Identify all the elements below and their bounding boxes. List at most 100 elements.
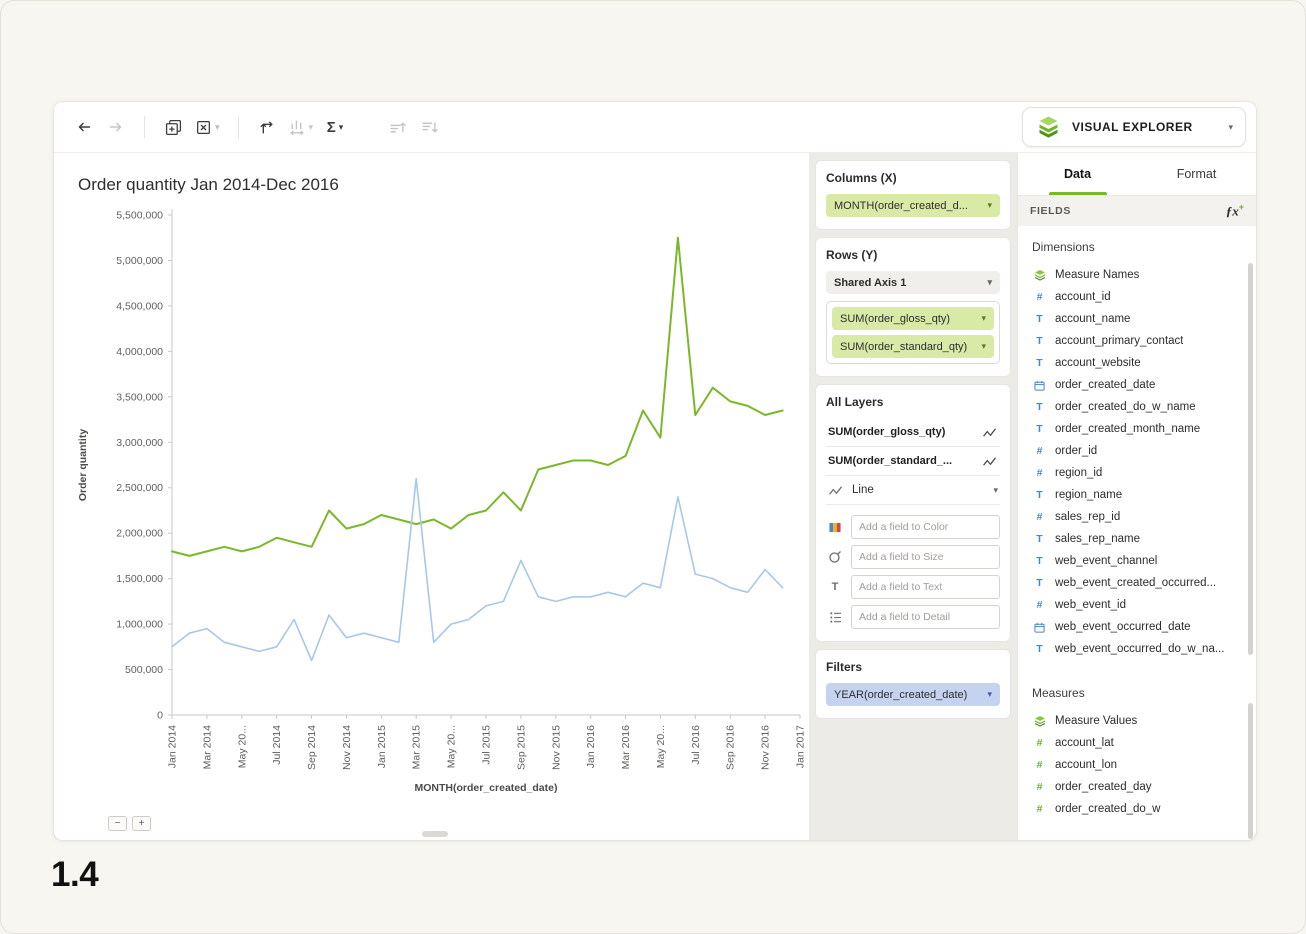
calendar-icon <box>1032 622 1047 633</box>
color-icon[interactable] <box>826 521 844 534</box>
tab-format[interactable]: Format <box>1137 153 1256 195</box>
size-well-input[interactable] <box>851 545 1000 569</box>
shared-axis-pill-group: SUM(order_gloss_qty) ▾ SUM(order_standar… <box>826 301 1000 364</box>
svg-text:May 20...: May 20... <box>655 725 667 768</box>
svg-text:Sep 2015: Sep 2015 <box>515 725 527 770</box>
sort-ascending-button[interactable] <box>383 112 411 142</box>
filters-shelf: Filters YEAR(order_created_date) ▾ <box>815 649 1011 719</box>
mark-type-select[interactable]: Line ▾ <box>826 476 1000 505</box>
field-name: web_event_id <box>1055 599 1126 611</box>
tab-data[interactable]: Data <box>1018 153 1137 195</box>
svg-text:5,500,000: 5,500,000 <box>116 210 163 222</box>
svg-text:Jul 2014: Jul 2014 <box>271 725 283 765</box>
field-name: sales_rep_name <box>1055 533 1140 545</box>
field-name: web_event_created_occurred... <box>1055 577 1216 589</box>
new-worksheet-button[interactable] <box>159 112 187 142</box>
field-item-order-created-do-w[interactable]: #order_created_do_w <box>1032 798 1242 820</box>
field-item-region-name[interactable]: Tregion_name <box>1032 484 1242 506</box>
field-item-account-website[interactable]: Taccount_website <box>1032 352 1242 374</box>
field-item-sales-rep-name[interactable]: Tsales_rep_name <box>1032 528 1242 550</box>
field-item-web-event-occurred-date[interactable]: web_event_occurred_date <box>1032 616 1242 638</box>
field-item-account-id[interactable]: # account_id <box>1032 286 1242 308</box>
text-icon[interactable]: T <box>826 581 844 593</box>
chart-pane: Order quantity Jan 2014-Dec 2016 0500,00… <box>54 153 809 840</box>
field-item-order-created-do-w-name[interactable]: Torder_created_do_w_name <box>1032 396 1242 418</box>
horizontal-scroll-handle[interactable] <box>422 831 448 837</box>
chevron-down-icon: ▾ <box>987 201 992 210</box>
detail-well <box>826 605 1000 629</box>
zoom-out-button[interactable]: − <box>108 816 127 831</box>
swap-axes-button[interactable] <box>253 112 281 142</box>
field-item-account-lat[interactable]: #account_lat <box>1032 732 1242 754</box>
layer-sum-order-gloss-qty[interactable]: SUM(order_gloss_qty) <box>826 418 1000 447</box>
measures-scrollbar[interactable] <box>1248 703 1253 839</box>
line-chart-icon <box>982 427 998 438</box>
sort-ascending-icon <box>389 119 406 136</box>
fields-pane: Data Format FIELDS ƒx+ Dimensions Measur… <box>1017 153 1256 840</box>
svg-text:Nov 2016: Nov 2016 <box>760 725 772 770</box>
field-item-sales-rep-id[interactable]: #sales_rep_id <box>1032 506 1242 528</box>
field-item-web-event-id[interactable]: #web_event_id <box>1032 594 1242 616</box>
shared-axis-dropdown[interactable]: Shared Axis 1 ▾ <box>826 271 1000 294</box>
chart-canvas[interactable]: 0500,0001,000,0001,500,0002,000,0002,500… <box>74 199 809 826</box>
layer-sum-order-standard-qty[interactable]: SUM(order_standard_... <box>826 447 1000 476</box>
field-item-web-event-occurred-do-w-na[interactable]: Tweb_event_occurred_do_w_na... <box>1032 638 1242 660</box>
field-name: region_name <box>1055 489 1122 501</box>
field-item-order-created-day[interactable]: #order_created_day <box>1032 776 1242 798</box>
field-name: account_id <box>1055 291 1111 303</box>
clear-worksheet-button[interactable]: ▾ <box>191 112 224 142</box>
field-name: web_event_channel <box>1055 555 1157 567</box>
field-name: order_created_do_w <box>1055 803 1161 815</box>
swap-axes-icon <box>258 119 275 136</box>
svg-text:500,000: 500,000 <box>125 664 163 676</box>
field-item-account-lon[interactable]: #account_lon <box>1032 754 1242 776</box>
field-item-order-id[interactable]: #order_id <box>1032 440 1242 462</box>
aggregation-button[interactable]: Σ ▾ <box>321 112 349 142</box>
field-item-web-event-created-occurred[interactable]: Tweb_event_created_occurred... <box>1032 572 1242 594</box>
text-icon: T <box>1032 555 1047 567</box>
field-item-measure-names[interactable]: Measure Names <box>1032 264 1242 286</box>
columns-shelf-title: Columns (X) <box>826 171 1000 185</box>
rows-pill-sum-order-gloss-qty[interactable]: SUM(order_gloss_qty) ▾ <box>832 307 994 330</box>
layer-label: SUM(order_standard_... <box>828 455 952 467</box>
dimensions-list: Measure Names#account_idTaccount_nameTac… <box>1032 264 1242 660</box>
axis-fit-button[interactable]: ▾ <box>285 112 318 142</box>
rows-pill-sum-order-standard-qty[interactable]: SUM(order_standard_qty) ▾ <box>832 335 994 358</box>
field-item-account-name[interactable]: Taccount_name <box>1032 308 1242 330</box>
field-item-web-event-channel[interactable]: Tweb_event_channel <box>1032 550 1242 572</box>
svg-text:Nov 2015: Nov 2015 <box>550 725 562 770</box>
fx-icon: ƒx <box>1226 204 1239 219</box>
detail-icon[interactable] <box>826 611 844 624</box>
size-icon[interactable] <box>826 550 844 564</box>
svg-text:3,000,000: 3,000,000 <box>116 437 163 449</box>
field-item-region-id[interactable]: #region_id <box>1032 462 1242 484</box>
filter-pill-year-order-created-date[interactable]: YEAR(order_created_date) ▾ <box>826 683 1000 706</box>
sort-descending-button[interactable] <box>415 112 443 142</box>
measure-stack-icon <box>1032 715 1047 727</box>
number-icon: # <box>1032 291 1047 303</box>
svg-text:Mar 2015: Mar 2015 <box>411 725 423 770</box>
svg-text:Jan 2015: Jan 2015 <box>376 725 388 768</box>
svg-text:Nov 2014: Nov 2014 <box>341 725 353 770</box>
field-item-order-created-month-name[interactable]: Torder_created_month_name <box>1032 418 1242 440</box>
back-button[interactable] <box>70 112 98 142</box>
svg-text:Jul 2016: Jul 2016 <box>690 725 702 765</box>
columns-pill-month-order-created-date[interactable]: MONTH(order_created_d... ▾ <box>826 194 1000 217</box>
field-item-account-primary-contact[interactable]: Taccount_primary_contact <box>1032 330 1242 352</box>
field-name: order_created_day <box>1055 781 1152 793</box>
field-item-measure-values[interactable]: Measure Values <box>1032 710 1242 732</box>
zoom-in-button[interactable]: + <box>132 816 151 831</box>
field-item-order-created-date[interactable]: order_created_date <box>1032 374 1242 396</box>
color-well <box>826 515 1000 539</box>
visual-explorer-button[interactable]: VISUAL EXPLORER ▾ <box>1022 107 1246 147</box>
forward-button[interactable] <box>102 112 130 142</box>
dimensions-scrollbar[interactable] <box>1248 263 1253 655</box>
chevron-down-icon: ▾ <box>987 278 992 287</box>
text-well-input[interactable] <box>851 575 1000 599</box>
detail-well-input[interactable] <box>851 605 1000 629</box>
add-calculated-field-button[interactable]: ƒx+ <box>1226 202 1244 219</box>
color-well-input[interactable] <box>851 515 1000 539</box>
fields-list: Dimensions Measure Names#account_idTacco… <box>1018 226 1256 840</box>
svg-text:1,000,000: 1,000,000 <box>116 619 163 631</box>
field-name: account_lon <box>1055 759 1117 771</box>
